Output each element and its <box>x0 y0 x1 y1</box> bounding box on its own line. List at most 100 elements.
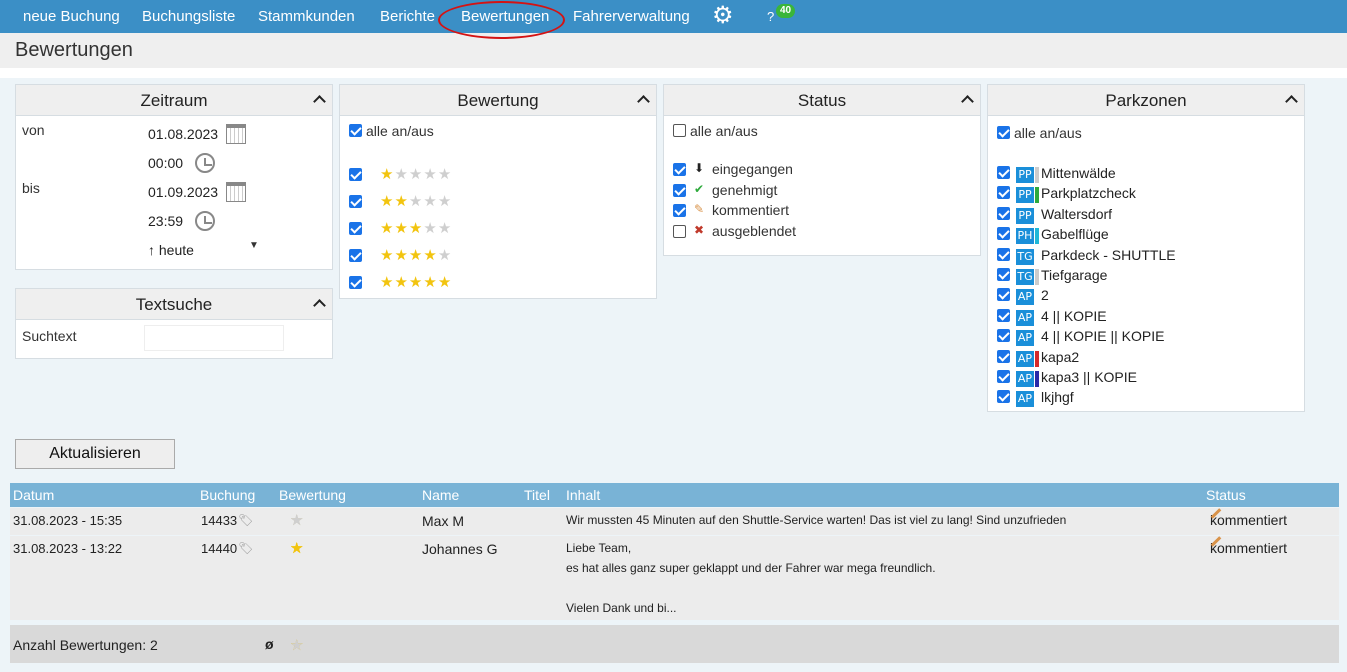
dropdown-caret-icon[interactable]: ▼ <box>249 240 259 251</box>
status-filter-label: eingegangen <box>712 161 793 177</box>
cell-datum: 31.08.2023 - 13:22 <box>13 541 123 556</box>
zone-filter-checkbox[interactable] <box>997 329 1010 343</box>
zone-filter-checkbox[interactable] <box>997 308 1010 322</box>
status-filter-label: genehmigt <box>712 181 778 198</box>
zone-type-badge: AP <box>1016 309 1034 326</box>
col-name[interactable]: Name <box>422 487 459 503</box>
page-title: Bewertungen <box>0 33 1347 68</box>
zone-type-badge: AP <box>1016 350 1034 367</box>
tag-icon[interactable]: 🏷 <box>238 513 253 527</box>
checkmark-icon: ✔ <box>694 181 705 196</box>
nav-berichte[interactable]: Berichte <box>380 0 435 33</box>
nav-bewertungen[interactable]: Bewertungen <box>461 0 549 33</box>
clock-icon[interactable] <box>195 211 215 231</box>
zone-filter-checkbox[interactable] <box>997 288 1010 302</box>
textsuche-title: Textsuche <box>135 295 213 314</box>
textsuche-panel: Textsuche Suchtext <box>15 288 333 359</box>
rating-filter-checkbox[interactable] <box>349 168 362 181</box>
notification-badge: 40 <box>776 4 796 18</box>
zone-filter-checkbox[interactable] <box>997 349 1010 363</box>
cell-inhalt-line: Liebe Team, <box>566 541 632 555</box>
col-titel[interactable]: Titel <box>524 487 550 503</box>
table-header: Datum Buchung Bewertung Name Titel Inhal… <box>10 483 1339 507</box>
zone-color-bar <box>1035 269 1039 285</box>
cell-buchung: 14433 <box>201 513 238 528</box>
cell-inhalt-line: Wir mussten 45 Minuten auf den Shuttle-S… <box>566 513 1067 527</box>
zone-filter-checkbox[interactable] <box>997 390 1010 404</box>
zone-filter-checkbox[interactable] <box>997 370 1010 383</box>
table-row[interactable]: 31.08.2023 - 15:35 14433 🏷 ★ ★ ★ ★ ★ Max M Wir mu… <box>10 508 1339 535</box>
bewertung-all-checkbox[interactable] <box>349 124 362 137</box>
col-status[interactable]: Status <box>1206 487 1246 503</box>
bewertung-panel: Bewertung alle an/aus ★★★★★ ★★★★★ ★★★★★ ★★★… <box>339 84 657 299</box>
zone-label: kapa2 <box>1041 348 1080 365</box>
status-filter-checkbox[interactable] <box>673 163 686 176</box>
calendar-icon[interactable] <box>226 182 246 202</box>
help-button[interactable]: ? <box>767 0 774 33</box>
collapse-chevron-icon[interactable] <box>313 289 326 321</box>
status-all-checkbox[interactable] <box>673 124 686 137</box>
nav-neue-buchung[interactable]: neue Buchung <box>23 0 120 33</box>
zone-label: Waltersdorf <box>1041 205 1113 222</box>
zone-label: 4 || KOPIE || KOPIE <box>1041 328 1165 345</box>
zone-label: kapa3 || KOPIE <box>1041 369 1137 385</box>
col-inhalt[interactable]: Inhalt <box>566 487 600 503</box>
zone-filter-checkbox[interactable] <box>997 166 1010 179</box>
collapse-chevron-icon[interactable] <box>1285 85 1298 117</box>
preset-select[interactable]: ↑ heute <box>144 238 244 262</box>
col-buchung[interactable]: Buchung <box>200 487 255 503</box>
collapse-chevron-icon[interactable] <box>313 85 326 117</box>
zone-filter-checkbox[interactable] <box>997 268 1010 281</box>
table-footer: Anzahl Bewertungen: 2 ø ★ ★ ★ ★ ★ <box>10 625 1339 663</box>
zone-type-badge: PP <box>1016 187 1034 204</box>
von-time-input[interactable]: 00:00 <box>144 151 188 175</box>
parkzonen-panel-header: Parkzonen <box>988 85 1304 116</box>
parkzonen-all-checkbox[interactable] <box>997 126 1010 139</box>
calendar-icon[interactable] <box>226 124 246 144</box>
rating-filter-checkbox[interactable] <box>349 249 362 262</box>
status-filter-checkbox[interactable] <box>673 183 686 197</box>
nav-stammkunden[interactable]: Stammkunden <box>258 0 355 33</box>
collapse-chevron-icon[interactable] <box>637 85 650 117</box>
nav-fahrerverwaltung[interactable]: Fahrerverwaltung <box>573 0 690 33</box>
zone-type-badge: AP <box>1016 330 1034 347</box>
bis-date-input[interactable]: 01.09.2023 <box>144 180 218 204</box>
parkzonen-title: Parkzonen <box>1105 91 1187 110</box>
clock-icon[interactable] <box>195 153 215 173</box>
textsuche-panel-header: Textsuche <box>16 289 332 320</box>
zone-filter-checkbox[interactable] <box>997 227 1010 241</box>
suchtext-input[interactable] <box>144 325 284 351</box>
nav-buchungsliste[interactable]: Buchungsliste <box>142 0 235 33</box>
gear-icon[interactable]: ⚙ <box>712 0 734 33</box>
cell-status-label: kommentiert <box>1210 540 1288 556</box>
status-title: Status <box>797 91 847 110</box>
zone-filter-checkbox[interactable] <box>997 247 1010 261</box>
rating-filter-checkbox[interactable] <box>349 222 362 235</box>
von-date-input[interactable]: 01.08.2023 <box>144 122 218 146</box>
zone-type-badge: AP <box>1016 371 1034 387</box>
status-filter-label: ausgeblendet <box>712 222 797 239</box>
zone-color-bar <box>1035 167 1039 183</box>
zone-type-badge: PH <box>1016 228 1034 245</box>
star-rating-icon: ★★★★★ <box>380 247 453 264</box>
zone-type-badge: PP <box>1016 167 1034 183</box>
top-navigation: neue Buchung Buchungsliste Stammkunden B… <box>0 0 1347 39</box>
status-filter-checkbox[interactable] <box>673 204 686 217</box>
rating-filter-checkbox[interactable] <box>349 195 362 208</box>
zone-filter-checkbox[interactable] <box>997 206 1010 220</box>
zone-type-badge: TG <box>1016 269 1034 285</box>
table-row[interactable]: 31.08.2023 - 13:22 14440 🏷 ★ ★ ★ ★ ★ Johannes GL… <box>10 536 1339 620</box>
collapse-chevron-icon[interactable] <box>961 85 974 117</box>
zone-label: 2 <box>1041 287 1049 304</box>
arrow-down-icon: ⬇ <box>694 161 705 175</box>
cell-status-label: kommentiert <box>1210 512 1288 528</box>
rating-filter-checkbox[interactable] <box>349 276 362 289</box>
tag-icon[interactable]: 🏷 <box>238 541 253 555</box>
status-filter-checkbox[interactable] <box>673 224 686 238</box>
aktualisieren-button[interactable]: Aktualisieren <box>15 439 175 469</box>
zone-filter-checkbox[interactable] <box>997 186 1010 200</box>
col-bewertung[interactable]: Bewertung <box>279 487 346 503</box>
col-datum[interactable]: Datum <box>13 487 54 503</box>
zone-label: Tiefgarage <box>1041 267 1108 283</box>
bis-time-input[interactable]: 23:59 <box>144 209 188 233</box>
